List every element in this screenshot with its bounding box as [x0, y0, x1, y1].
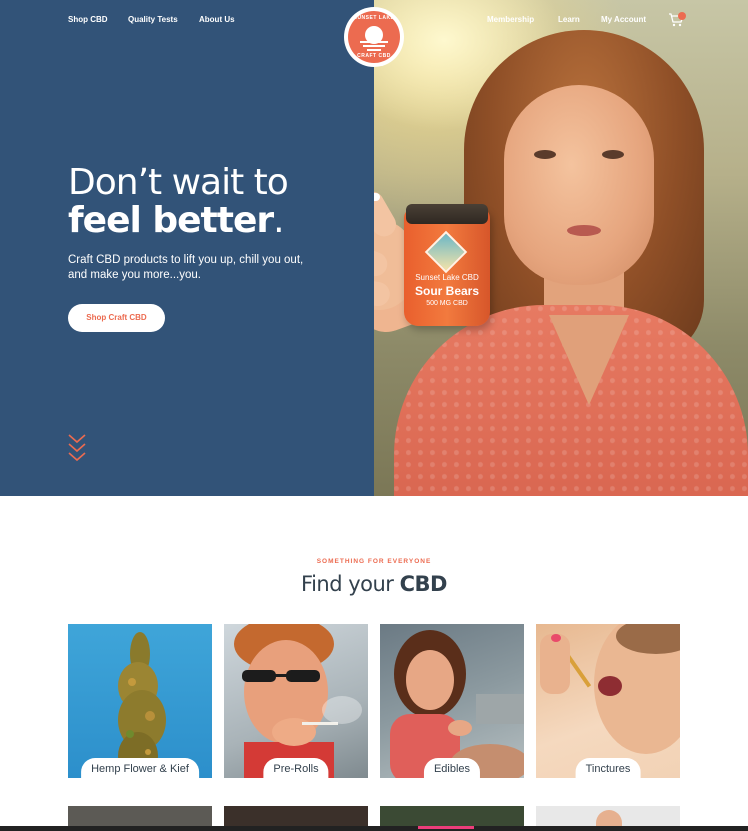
logo-wave [367, 49, 381, 51]
nav-shop-cbd[interactable]: Shop CBD [68, 15, 108, 24]
product-brand: Sunset Lake CBD [415, 273, 479, 282]
bottom-scrollbar [0, 826, 748, 831]
cart-count-badge [678, 12, 686, 20]
hero-left-panel [0, 0, 374, 496]
logo-text-bottom: CRAFT CBD [357, 53, 391, 59]
logo-badge: SUNSET LAKE CRAFT CBD [348, 11, 400, 63]
shop-craft-cbd-button[interactable]: Shop Craft CBD [68, 304, 165, 332]
hero-headline-line2: feel better. [68, 200, 285, 241]
hero: Sunset Lake CBD Sour Bears 500 MG CBD [0, 0, 748, 496]
page: Sunset Lake CBD Sour Bears 500 MG CBD Sh… [0, 0, 748, 831]
section-eyebrow: SOMETHING FOR EVERYONE [316, 558, 432, 565]
pre-rolls-image [234, 624, 362, 778]
photo-neckline [549, 315, 629, 405]
bottom-indicator [418, 826, 474, 829]
category-card-pre-rolls[interactable]: Pre-Rolls [224, 624, 368, 778]
logo-wave [360, 41, 388, 43]
hero-headline-line1: Don’t wait to [68, 162, 289, 203]
photo-lips [567, 225, 601, 236]
edibles-image [390, 630, 524, 778]
category-card-hemp-flower[interactable]: Hemp Flower & Kief [68, 624, 212, 778]
section-title-bold: CBD [399, 572, 448, 596]
category-label: Pre-Rolls [263, 758, 329, 778]
brand-logo[interactable]: SUNSET LAKE CRAFT CBD [344, 7, 404, 67]
chevrons-down-icon[interactable] [68, 433, 86, 463]
hemp-flower-image [118, 632, 166, 778]
category-label: Hemp Flower & Kief [81, 758, 199, 778]
nav-learn[interactable]: Learn [558, 15, 580, 24]
hero-headline-period: . [273, 200, 284, 241]
hero-photo: Sunset Lake CBD Sour Bears 500 MG CBD [374, 0, 748, 496]
nav-my-account[interactable]: My Account [601, 15, 646, 24]
section-title-light: Find your [301, 572, 400, 596]
product-jar-lid [406, 204, 488, 224]
tinctures-image [540, 624, 680, 754]
photo-face [504, 85, 654, 285]
category-card-edibles[interactable]: Edibles [380, 624, 524, 778]
logo-text-top: SUNSET LAKE [353, 15, 395, 21]
category-label: Tinctures [575, 758, 641, 778]
nav-quality-tests[interactable]: Quality Tests [128, 15, 178, 24]
hero-subheadline: Craft CBD products to lift you up, chill… [68, 254, 304, 281]
photo-eye [602, 150, 624, 159]
photo-eye [534, 150, 556, 159]
hero-headline-bold: feel better [68, 200, 274, 241]
category-card-tinctures[interactable]: Tinctures [536, 624, 680, 778]
nav-membership[interactable]: Membership [487, 15, 534, 24]
product-dose: 500 MG CBD [426, 300, 468, 307]
logo-wave [363, 45, 385, 47]
product-name: Sour Bears [414, 284, 480, 298]
section-title: Find your CBD [0, 572, 748, 596]
category-label: Edibles [423, 758, 481, 778]
nav-about-us[interactable]: About Us [199, 15, 235, 24]
